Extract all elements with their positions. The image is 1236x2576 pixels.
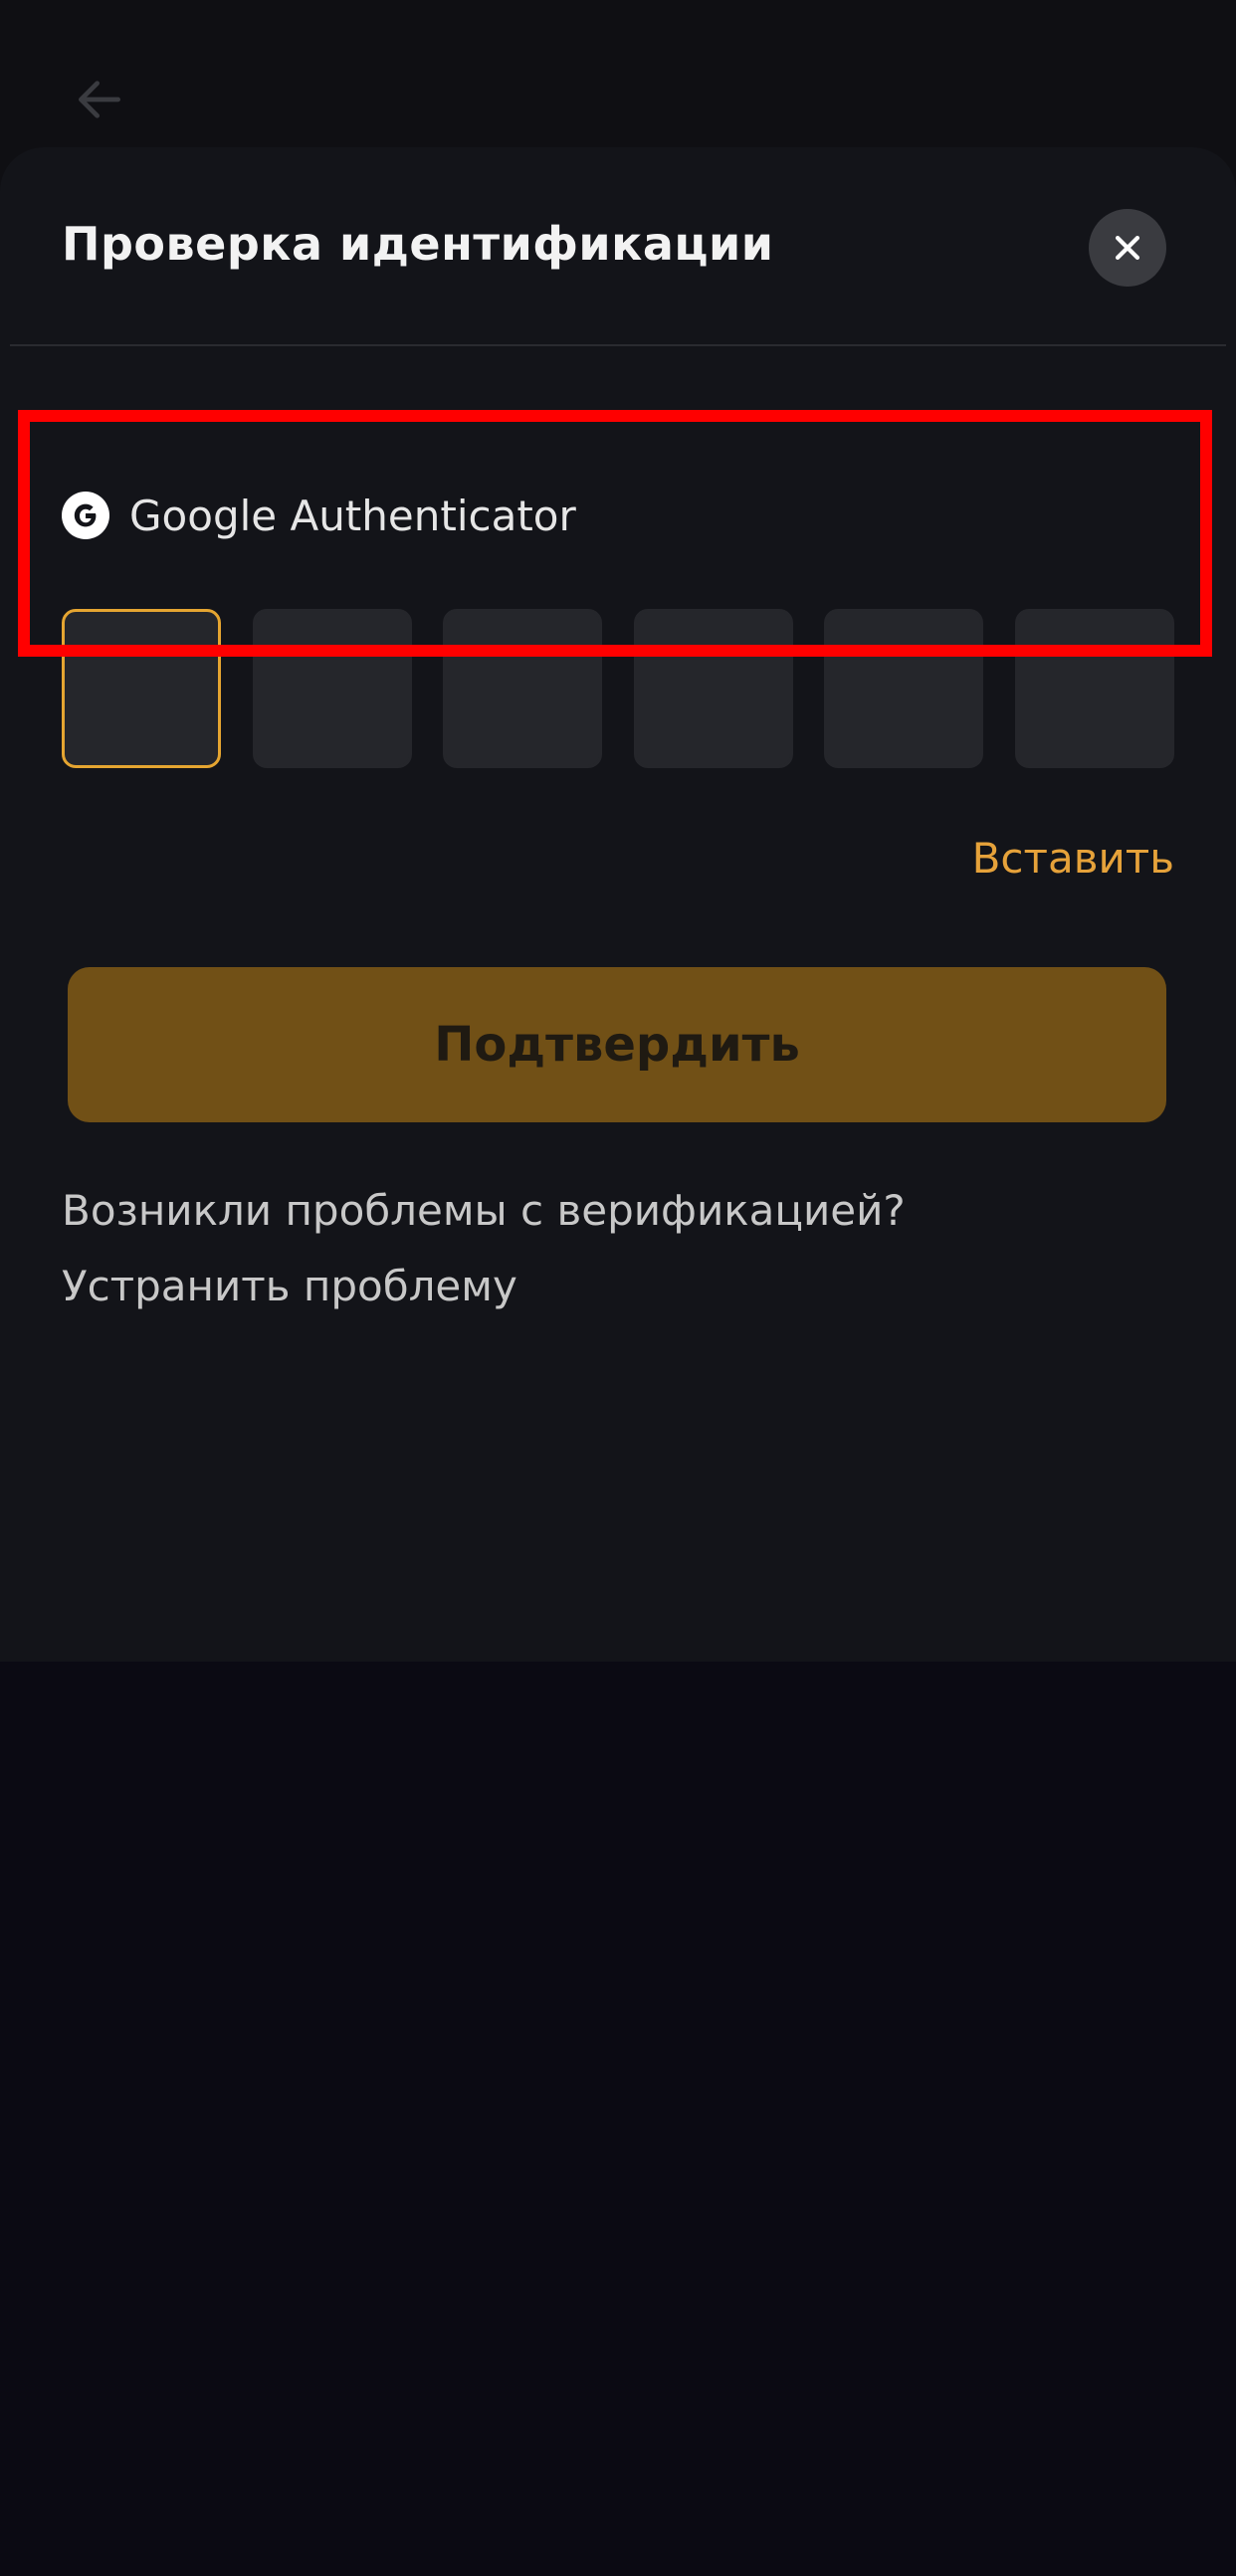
troubleshoot-link[interactable]: Устранить проблему xyxy=(62,1262,517,1310)
close-button[interactable] xyxy=(1089,209,1166,287)
header-divider xyxy=(10,344,1226,346)
arrow-left-icon xyxy=(79,81,120,118)
verification-sheet: Проверка идентификации Google Authentica… xyxy=(0,147,1236,1662)
back-button[interactable] xyxy=(60,60,139,139)
sheet-title: Проверка идентификации xyxy=(62,217,774,271)
screen: Проверка идентификации Google Authentica… xyxy=(0,0,1236,2576)
close-icon xyxy=(1115,235,1140,261)
confirm-button[interactable]: Подтвердить xyxy=(68,967,1166,1122)
help-question: Возникли проблемы с верификацией? xyxy=(62,1186,906,1235)
highlight-frame xyxy=(18,410,1212,657)
paste-button[interactable]: Вставить xyxy=(972,834,1174,883)
